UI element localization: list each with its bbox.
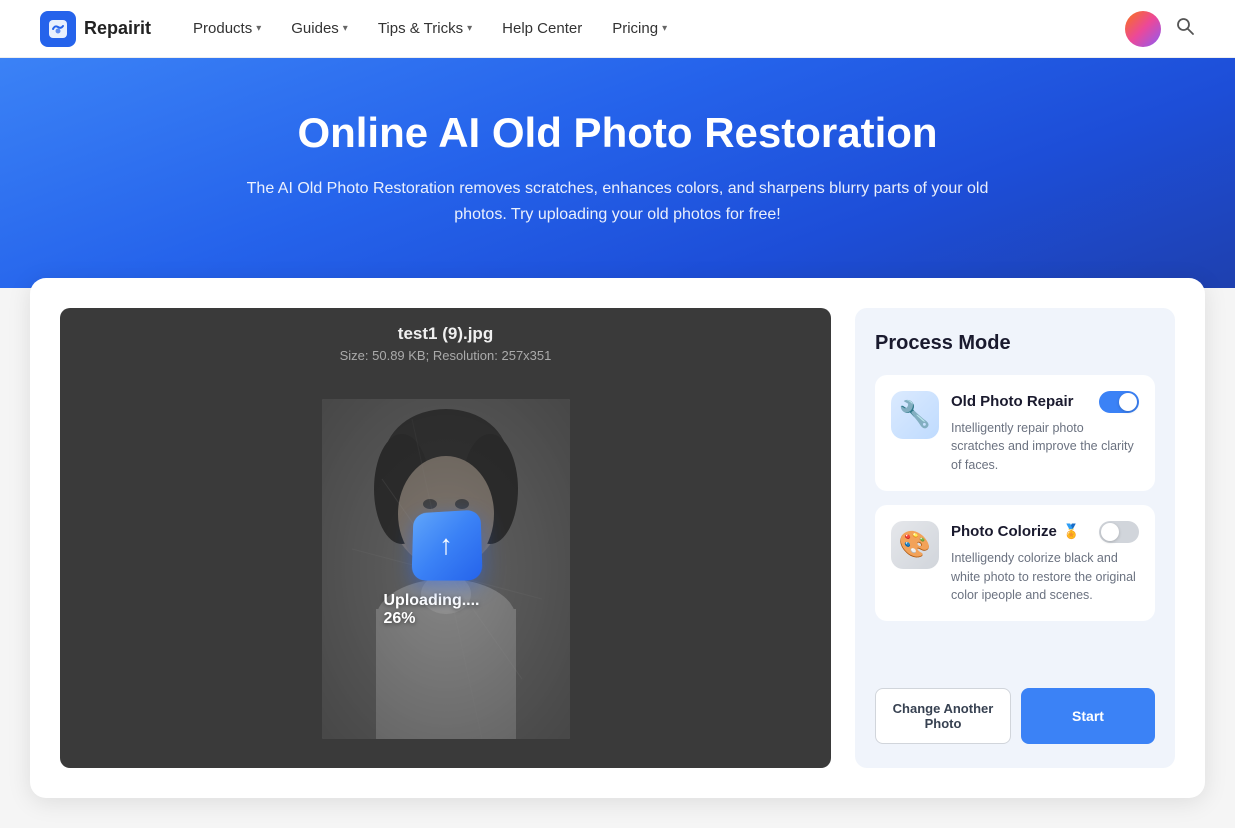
- process-panel: Process Mode 🔧 Old Photo Repair Intellig…: [855, 308, 1175, 768]
- colorize-label: Photo Colorize 🏅: [951, 523, 1080, 540]
- colorize-label-row: Photo Colorize 🏅: [951, 521, 1139, 543]
- upload-indicator: ↑ Uploading.... 26%: [384, 510, 508, 628]
- colorize-toggle[interactable]: [1099, 521, 1139, 543]
- photo-preview: ↑ Uploading.... 26%: [60, 371, 831, 768]
- user-avatar[interactable]: [1125, 11, 1161, 47]
- chevron-down-icon: ▾: [467, 23, 472, 34]
- nav-items: Products ▾ Guides ▾ Tips & Tricks ▾ Help…: [181, 12, 1125, 45]
- process-actions: Change Another Photo Start: [875, 688, 1155, 744]
- process-item-repair: 🔧 Old Photo Repair Intelligently repair …: [875, 375, 1155, 491]
- repair-icon: 🔧: [899, 399, 931, 430]
- nav-item-products[interactable]: Products ▾: [181, 12, 273, 45]
- chevron-down-icon: ▾: [256, 23, 261, 34]
- nav-item-help-center[interactable]: Help Center: [490, 12, 594, 45]
- chevron-down-icon: ▾: [662, 23, 667, 34]
- upload-progress-text: Uploading.... 26%: [384, 592, 508, 628]
- nav-item-pricing[interactable]: Pricing ▾: [600, 12, 679, 45]
- colorize-icon-wrap: 🎨: [891, 521, 939, 569]
- repair-icon-wrap: 🔧: [891, 391, 939, 439]
- process-mode-title: Process Mode: [875, 332, 1155, 355]
- hero-subtitle: The AI Old Photo Restoration removes scr…: [228, 176, 1008, 227]
- main-card: test1 (9).jpg Size: 50.89 KB; Resolution…: [30, 278, 1205, 798]
- colorize-desc: Intelligendy colorize black and white ph…: [951, 549, 1139, 605]
- hero-title: Online AI Old Photo Restoration: [20, 108, 1215, 158]
- nav-item-tips-tricks[interactable]: Tips & Tricks ▾: [366, 12, 484, 45]
- navbar: Repairit Products ▾ Guides ▾ Tips & Tric…: [0, 0, 1235, 58]
- toggle-knob: [1119, 393, 1137, 411]
- colorize-icon: 🎨: [899, 529, 931, 560]
- hero-section: Online AI Old Photo Restoration The AI O…: [0, 58, 1235, 288]
- nav-logo-text: Repairit: [84, 18, 151, 39]
- photo-image-container: ↑ Uploading.... 26%: [322, 399, 570, 739]
- upload-arrow-icon: ↑: [439, 529, 453, 561]
- repairit-logo-icon: [40, 11, 76, 47]
- repair-desc: Intelligently repair photo scratches and…: [951, 419, 1139, 475]
- repair-toggle[interactable]: [1099, 391, 1139, 413]
- repair-label-row: Old Photo Repair: [951, 391, 1139, 413]
- change-photo-button[interactable]: Change Another Photo: [875, 688, 1011, 744]
- repair-label: Old Photo Repair: [951, 393, 1074, 410]
- photo-filename: test1 (9).jpg: [60, 324, 831, 344]
- repair-info: Old Photo Repair Intelligently repair ph…: [951, 391, 1139, 475]
- process-item-colorize: 🎨 Photo Colorize 🏅 Intelligendy colorize…: [875, 505, 1155, 621]
- nav-right: [1125, 11, 1195, 47]
- photo-meta: Size: 50.89 KB; Resolution: 257x351: [60, 348, 831, 363]
- search-icon[interactable]: [1175, 16, 1195, 41]
- upload-cube-icon: ↑: [411, 510, 482, 581]
- colorize-info: Photo Colorize 🏅 Intelligendy colorize b…: [951, 521, 1139, 605]
- toggle-knob: [1101, 523, 1119, 541]
- nav-logo[interactable]: Repairit: [40, 11, 151, 47]
- chevron-down-icon: ▾: [343, 23, 348, 34]
- photo-area: test1 (9).jpg Size: 50.89 KB; Resolution…: [60, 308, 831, 768]
- nav-item-guides[interactable]: Guides ▾: [279, 12, 360, 45]
- start-button[interactable]: Start: [1021, 688, 1155, 744]
- colorize-badge: 🏅: [1063, 523, 1080, 540]
- photo-header: test1 (9).jpg Size: 50.89 KB; Resolution…: [60, 308, 831, 371]
